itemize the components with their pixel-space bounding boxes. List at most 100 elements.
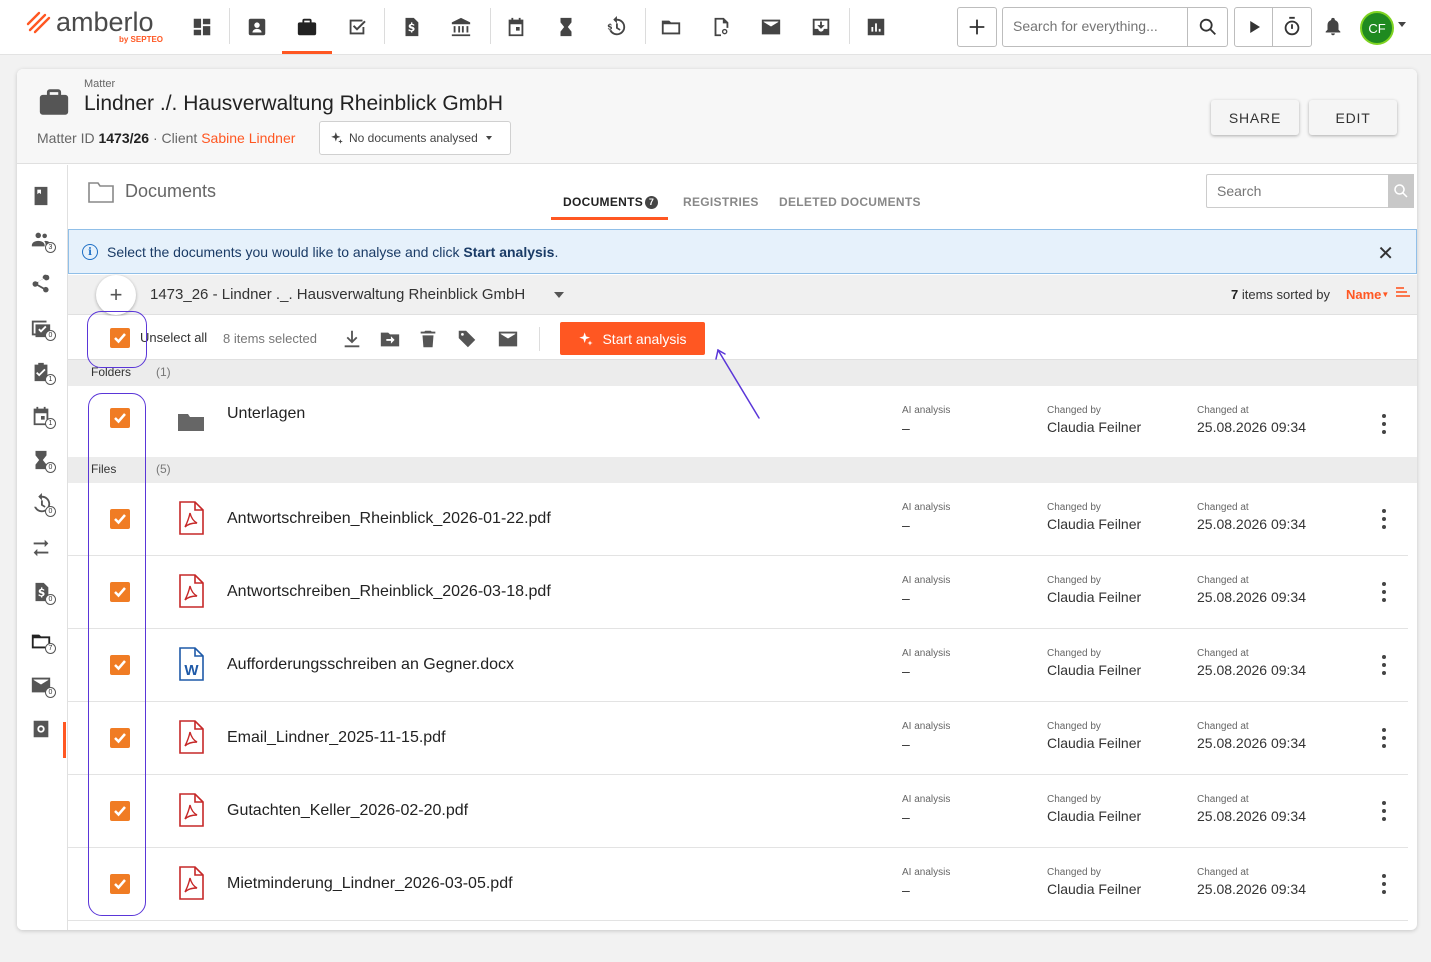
sidebar-item-time[interactable]: 0 bbox=[30, 493, 56, 519]
file-name[interactable]: Mietminderung_Lindner_2026-03-05.pdf bbox=[227, 875, 513, 893]
nav-hourglass-icon[interactable] bbox=[551, 12, 581, 42]
nav-calendar-icon[interactable] bbox=[501, 12, 531, 42]
info-text-bold: Start analysis bbox=[463, 244, 555, 260]
nav-bank-icon[interactable] bbox=[446, 12, 476, 42]
nav-reports-icon[interactable] bbox=[861, 12, 891, 42]
meta-dot: · bbox=[152, 130, 162, 146]
add-document-button[interactable]: + bbox=[96, 275, 136, 315]
matter-id-value: 1473/26 bbox=[98, 130, 150, 146]
avatar-chevron-down-icon[interactable] bbox=[1398, 22, 1406, 27]
sidebar-item-mail[interactable]: 0 bbox=[30, 674, 56, 700]
row-checkbox[interactable] bbox=[110, 655, 130, 675]
row-checkbox[interactable] bbox=[110, 728, 130, 748]
row-more-icon[interactable] bbox=[1374, 507, 1394, 531]
sidebar-item-overview[interactable] bbox=[30, 185, 56, 211]
info-text-post: . bbox=[554, 244, 559, 260]
nav-billing-icon[interactable] bbox=[396, 12, 426, 42]
row-more-icon[interactable] bbox=[1374, 412, 1394, 436]
tab-deleted-documents[interactable]: DELETED DOCUMENTS bbox=[779, 195, 921, 209]
row-checkbox[interactable] bbox=[110, 801, 130, 821]
row-more-icon[interactable] bbox=[1374, 799, 1394, 823]
file-row[interactable]: Antwortschreiben_Rheinblick_2026-03-18.p… bbox=[68, 556, 1408, 629]
row-more-icon[interactable] bbox=[1374, 580, 1394, 604]
file-name[interactable]: Aufforderungsschreiben an Gegner.docx bbox=[227, 656, 514, 674]
sidebar-item-settings[interactable] bbox=[30, 718, 56, 744]
matter-type-label: Matter bbox=[84, 78, 116, 90]
share-button[interactable]: SHARE bbox=[1211, 100, 1299, 135]
file-row[interactable]: Gutachten_Keller_2026-02-20.pdf AI analys… bbox=[68, 775, 1408, 848]
row-checkbox[interactable] bbox=[110, 509, 130, 529]
email-icon[interactable] bbox=[496, 327, 520, 351]
nav-tasks-icon[interactable] bbox=[342, 12, 372, 42]
file-row[interactable]: W Aufforderungsschreiben an Gegner.docx AI… bbox=[68, 629, 1408, 702]
tab-registries[interactable]: REGISTRIES bbox=[683, 195, 759, 209]
sidebar-item-transfers[interactable] bbox=[30, 537, 56, 563]
nav-matters-icon[interactable] bbox=[292, 12, 322, 42]
logo-subtext: by SEPTEO bbox=[119, 35, 164, 44]
nav-time-money-icon[interactable] bbox=[601, 12, 631, 42]
file-name[interactable]: Email_Lindner_2025-11-15.pdf bbox=[227, 729, 446, 747]
tab-documents[interactable]: DOCUMENTS 7 bbox=[563, 195, 659, 209]
unselect-all-link[interactable]: Unselect all bbox=[140, 330, 207, 345]
row-more-icon[interactable] bbox=[1374, 726, 1394, 750]
row-checkbox[interactable] bbox=[110, 874, 130, 894]
row-checkbox[interactable] bbox=[110, 582, 130, 602]
trash-icon[interactable] bbox=[416, 327, 440, 351]
folder-path[interactable]: 1473_26 - Lindner ._. Hausverwaltung Rhe… bbox=[150, 286, 525, 303]
file-row[interactable]: Email_Lindner_2025-11-15.pdf AI analysis –… bbox=[68, 702, 1408, 775]
sidebar-item-share[interactable] bbox=[30, 273, 56, 299]
start-analysis-button[interactable]: Start analysis bbox=[560, 322, 705, 355]
file-name[interactable]: Gutachten_Keller_2026-02-20.pdf bbox=[227, 802, 468, 820]
sidebar-item-invoices[interactable]: 0 bbox=[30, 581, 56, 607]
nav-folder-icon[interactable] bbox=[656, 12, 686, 42]
global-search-input[interactable] bbox=[1013, 18, 1183, 34]
sidebar-item-calendar[interactable]: 1 bbox=[30, 405, 56, 431]
nav-inbox-download-icon[interactable] bbox=[806, 12, 836, 42]
nav-mail-icon[interactable] bbox=[756, 12, 786, 42]
file-row[interactable]: Mietminderung_Lindner_2026-03-05.pdf AI a… bbox=[68, 848, 1408, 921]
file-name[interactable]: Antwortschreiben_Rheinblick_2026-03-18.p… bbox=[227, 583, 551, 601]
folder-name[interactable]: Unterlagen bbox=[227, 405, 305, 423]
sidebar-item-documents[interactable]: 7 bbox=[30, 630, 56, 656]
tag-icon[interactable] bbox=[455, 327, 479, 351]
nav-search-doc-icon[interactable] bbox=[706, 12, 736, 42]
timer-play-button[interactable] bbox=[1235, 8, 1273, 46]
move-to-folder-icon[interactable] bbox=[378, 327, 402, 351]
sidebar-badge: 0 bbox=[45, 594, 56, 605]
documents-search-button[interactable] bbox=[1388, 174, 1414, 208]
user-avatar[interactable]: CF bbox=[1360, 11, 1394, 45]
edit-button[interactable]: EDIT bbox=[1309, 100, 1397, 135]
folders-label: Folders bbox=[91, 365, 132, 379]
sort-order-icon[interactable] bbox=[1396, 287, 1410, 299]
sort-field-dropdown[interactable]: Name▼ bbox=[1346, 287, 1389, 302]
stopwatch-button[interactable] bbox=[1273, 8, 1311, 46]
file-row[interactable]: Antwortschreiben_Rheinblick_2026-01-22.p… bbox=[68, 483, 1408, 556]
pdf-file-icon bbox=[176, 501, 206, 535]
check-icon bbox=[114, 333, 126, 344]
folder-row[interactable]: Unterlagen AI analysis – Changed by Clau… bbox=[68, 386, 1408, 457]
ai-status-dropdown[interactable]: No documents analysed bbox=[319, 121, 511, 155]
sidebar-item-tasks[interactable]: 0 bbox=[30, 317, 56, 343]
sidebar-item-checklist[interactable]: 1 bbox=[30, 361, 56, 387]
row-checkbox[interactable] bbox=[110, 408, 130, 428]
row-more-icon[interactable] bbox=[1374, 872, 1394, 896]
row-more-icon[interactable] bbox=[1374, 653, 1394, 677]
close-icon[interactable]: ✕ bbox=[1377, 241, 1394, 266]
download-icon[interactable] bbox=[340, 327, 364, 351]
documents-search-input[interactable] bbox=[1217, 183, 1377, 199]
sidebar-item-deadlines[interactable]: 0 bbox=[30, 449, 56, 475]
client-name-link[interactable]: Sabine Lindner bbox=[201, 130, 295, 146]
add-button[interactable] bbox=[957, 7, 997, 47]
notifications-bell-icon[interactable] bbox=[1318, 12, 1348, 42]
ai-analysis-value: – bbox=[902, 736, 910, 752]
global-search-button[interactable] bbox=[1187, 8, 1227, 46]
matter-title: Lindner ./. Hausverwaltung Rheinblick Gm… bbox=[84, 92, 504, 115]
path-chevron-down-icon[interactable] bbox=[554, 292, 564, 298]
select-all-checkbox[interactable] bbox=[110, 328, 130, 348]
nav-dashboard-icon[interactable] bbox=[187, 12, 217, 42]
nav-separator bbox=[645, 8, 646, 44]
nav-contacts-icon[interactable] bbox=[242, 12, 272, 42]
file-name[interactable]: Antwortschreiben_Rheinblick_2026-01-22.p… bbox=[227, 510, 551, 528]
sidebar-item-people[interactable]: 3 bbox=[30, 229, 56, 255]
amberlo-logo[interactable]: amberlo by SEPTEO bbox=[26, 7, 171, 47]
